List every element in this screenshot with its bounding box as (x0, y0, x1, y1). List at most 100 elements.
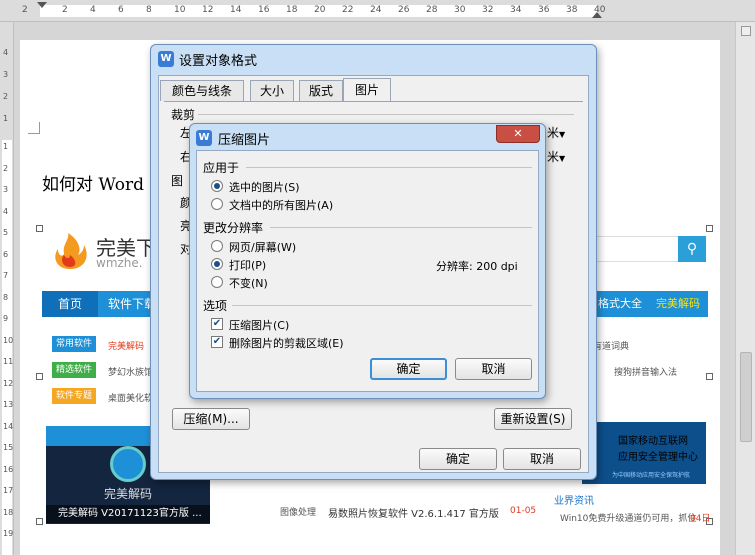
ruler-number: 24 (370, 5, 382, 15)
ruler-number: 7 (3, 271, 9, 280)
radio-apply-all[interactable] (211, 198, 223, 210)
ruler-number: 20 (314, 5, 326, 15)
ruler-number: 19 (3, 529, 14, 538)
label-delete-crop[interactable]: 删除图片的剪裁区域(E) (229, 335, 344, 351)
radio-res-none[interactable] (211, 276, 223, 288)
checkbox-delete-crop[interactable]: ✔ (211, 336, 223, 348)
ruler-number: 13 (3, 400, 14, 409)
document-heading[interactable]: 如何对 Word (42, 170, 144, 195)
label-apply-all[interactable]: 文档中的所有图片(A) (229, 197, 333, 213)
ruler-number: 10 (3, 335, 14, 345)
ruler-number: 6 (118, 5, 124, 15)
video-caption: 完美解码 V20171123官方版 ... (46, 505, 210, 523)
tag-selected-software[interactable]: 精选软件 (52, 362, 96, 378)
ruler-number: 4 (90, 5, 96, 15)
checkbox-compress[interactable]: ✔ (211, 318, 223, 330)
format-ok-button[interactable]: 确定 (419, 448, 497, 470)
nav-decode[interactable]: 完美解码 (656, 291, 700, 317)
ruler-number: 34 (510, 5, 522, 15)
search-icon[interactable]: ⚲ (678, 236, 706, 262)
label-res-none[interactable]: 不变(N) (229, 275, 268, 291)
ruler-number: 3 (3, 70, 9, 79)
scroll-thumb[interactable] (740, 352, 752, 442)
nav-home[interactable]: 首页 (42, 291, 98, 317)
video-brand: 完美解码 (104, 487, 153, 501)
ruler-number: 28 (426, 5, 438, 15)
resolution-value: 分辨率: 200 dpi (436, 260, 518, 273)
vertical-ruler[interactable]: 4 3 2 1 1 2 3 4 5 6 7 8 9 10 11 12 13 14 15 16 17 18 19 (0, 22, 14, 555)
crop-group-line (198, 114, 574, 115)
crop-unit-top[interactable]: 米▼ (547, 124, 565, 141)
dialog-title: 压缩图片 (218, 133, 271, 148)
ruler-number: 2 (62, 5, 68, 15)
options-group-label: 选项 (203, 299, 228, 313)
dropdown-arrow-icon[interactable]: ▼ (559, 154, 565, 163)
dropdown-arrow-icon[interactable]: ▼ (559, 130, 565, 139)
image-control-group-label: 图 (171, 174, 184, 188)
tag-common-software[interactable]: 常用软件 (52, 336, 96, 352)
compress-button[interactable]: 压缩(M)... (172, 408, 250, 430)
tab-layout[interactable]: 版式 (299, 80, 343, 101)
indent-marker-left[interactable] (37, 2, 47, 8)
resolution-group-label: 更改分辨率 (203, 221, 264, 235)
tab-size[interactable]: 大小 (250, 80, 294, 101)
ad-line-2: 应用安全管理中心 (618, 452, 698, 463)
play-icon[interactable] (110, 446, 146, 482)
link-youdao[interactable]: 有道词典 (593, 339, 629, 352)
site-logo-subtext: wmzhe. (96, 256, 143, 270)
link-decode[interactable]: 完美解码 (108, 339, 144, 352)
resolution-group-line (270, 227, 532, 228)
nav-software[interactable]: 软件下载 (108, 291, 156, 317)
dialog-title: 设置对象格式 (179, 54, 258, 69)
radio-res-web[interactable] (211, 240, 223, 252)
radio-apply-selected[interactable] (211, 180, 223, 192)
label-res-print[interactable]: 打印(P) (229, 257, 266, 273)
radio-res-print[interactable] (211, 258, 223, 270)
indent-marker-right[interactable] (592, 12, 602, 18)
link-sogou[interactable]: 搜狗拼音输入法 (614, 365, 677, 378)
ruler-number: 14 (230, 5, 242, 15)
news-date: 04日 (690, 514, 711, 524)
nav-format[interactable]: 格式大全 (598, 291, 642, 317)
ruler-number: 8 (3, 292, 9, 302)
link-desktop-beautify[interactable]: 桌面美化软 (108, 391, 153, 404)
tab-picture[interactable]: 图片 (343, 78, 391, 102)
margin-corner-mark (28, 122, 40, 134)
link-dream-aquarium[interactable]: 梦幻水族馆 (108, 365, 153, 378)
list-item[interactable]: 易数照片恢复软件 V2.6.1.417 官方版 (328, 505, 499, 520)
resize-handle[interactable] (36, 225, 43, 232)
reset-button[interactable]: 重新设置(S) (494, 408, 572, 430)
tag-software-topic[interactable]: 软件专题 (52, 388, 96, 404)
tab-color-line[interactable]: 颜色与线条 (160, 80, 244, 101)
ruler-number: 36 (538, 5, 550, 15)
ruler-number: 5 (3, 228, 9, 237)
resize-handle[interactable] (36, 373, 43, 380)
ruler-number: 12 (3, 378, 14, 388)
label-res-web[interactable]: 网页/屏幕(W) (229, 239, 296, 255)
scroll-up-icon[interactable] (741, 26, 751, 36)
format-cancel-button[interactable]: 取消 (503, 448, 581, 470)
news-item[interactable]: Win10免费升级通道仍可用，抓住 (560, 511, 696, 524)
resize-handle[interactable] (36, 518, 43, 525)
crop-unit-bottom[interactable]: 米▼ (547, 148, 565, 165)
resize-handle[interactable] (706, 225, 713, 232)
compress-ok-button[interactable]: 确定 (370, 358, 447, 380)
ruler-number: 16 (3, 464, 14, 474)
ruler-number: 2 (3, 163, 9, 173)
ruler-number: 2 (3, 92, 9, 101)
list-category: 图像处理 (280, 508, 317, 518)
ruler-number: 11 (3, 357, 14, 366)
ruler-number: 26 (398, 5, 410, 15)
ruler-number: 10 (174, 5, 186, 15)
horizontal-ruler[interactable]: 2 2 4 6 8 10 12 14 16 18 20 22 24 26 28 30 32 34 36 38 40 (0, 0, 755, 22)
list-date: 01-05 (510, 506, 537, 516)
vertical-scrollbar[interactable] (735, 22, 755, 555)
ruler-number: 2 (22, 5, 28, 15)
apply-group-label: 应用于 (203, 161, 240, 175)
label-apply-selected[interactable]: 选中的图片(S) (229, 179, 300, 195)
resize-handle[interactable] (706, 373, 713, 380)
close-icon[interactable]: ✕ (496, 125, 540, 143)
flame-logo-icon (55, 233, 87, 269)
label-compress[interactable]: 压缩图片(C) (229, 317, 289, 333)
compress-cancel-button[interactable]: 取消 (455, 358, 532, 380)
